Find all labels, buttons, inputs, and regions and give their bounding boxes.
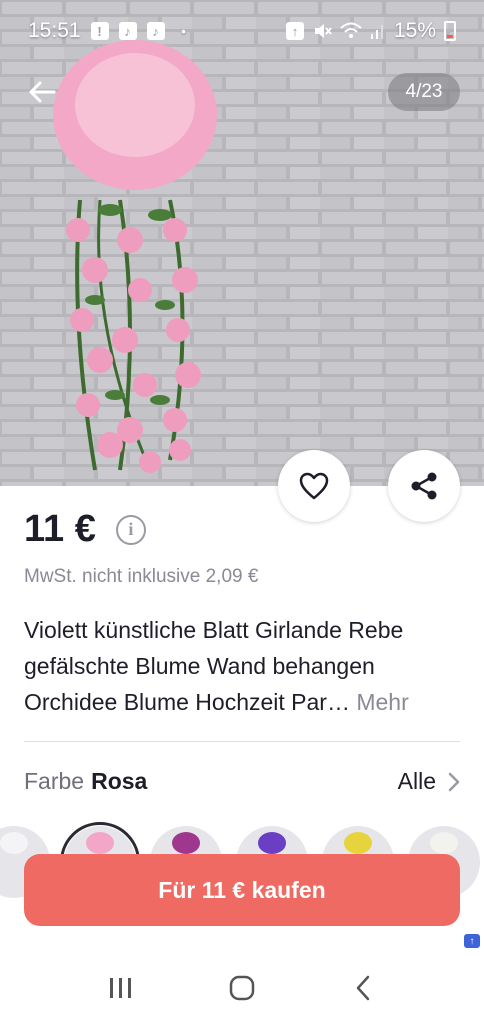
upload-icon: ↑: [285, 22, 304, 40]
back-nav-button[interactable]: [333, 958, 393, 1018]
more-link[interactable]: Mehr: [356, 689, 408, 715]
product-title-text: Violett künstliche Blatt Girlande Rebe g…: [24, 617, 404, 715]
info-icon[interactable]: i: [115, 514, 146, 545]
color-selector-row: Farbe Rosa Alle: [24, 768, 460, 795]
flower-thumbnail: [86, 832, 114, 854]
status-time: 15:51: [28, 19, 81, 42]
share-button[interactable]: [388, 450, 460, 522]
alert-icon: !: [90, 22, 109, 40]
product-title: Violett künstliche Blatt Girlande Rebe g…: [24, 612, 464, 720]
tiktok-icon: ♪: [146, 22, 165, 40]
heart-icon: [299, 472, 329, 500]
wifi-icon: [340, 22, 362, 38]
home-button[interactable]: [212, 958, 272, 1018]
system-nav-bar: [0, 952, 484, 1024]
price-row: 11 € i: [24, 508, 146, 551]
floating-upload-icon[interactable]: ↑: [464, 934, 480, 948]
vat-note: MwSt. nicht inklusive 2,09 €: [24, 566, 259, 587]
chevron-right-icon: [448, 772, 460, 791]
battery-icon: [444, 21, 456, 41]
arrow-left-icon: [29, 81, 56, 103]
product-price: 11 €: [24, 508, 96, 550]
mute-icon: [314, 24, 332, 38]
recent-apps-button[interactable]: [91, 958, 151, 1018]
status-bar: 15:51 ! ♪ ♪ • ↑ 15%: [0, 0, 484, 62]
flower-thumbnail: [344, 832, 372, 854]
home-icon: [229, 975, 255, 1001]
battery-percent: 15%: [393, 19, 436, 42]
product-image[interactable]: 15:51 ! ♪ ♪ • ↑ 15% 4/23: [0, 0, 484, 486]
flower-thumbnail: [258, 832, 286, 854]
favorite-button[interactable]: [278, 450, 350, 522]
recent-apps-icon: [109, 978, 131, 998]
selected-color: Rosa: [91, 768, 148, 794]
divider: [24, 741, 460, 742]
dot-icon: •: [181, 23, 186, 39]
all-variants-label: Alle: [397, 768, 436, 794]
buy-button[interactable]: Für 11 € kaufen: [24, 854, 460, 926]
flower-thumbnail: [172, 832, 200, 854]
color-label: Farbe: [24, 768, 85, 794]
image-counter: 4/23: [388, 73, 460, 111]
back-button[interactable]: [22, 72, 62, 112]
tiktok-icon: ♪: [118, 22, 137, 40]
signal-icon: [370, 25, 383, 39]
flower-thumbnail: [430, 832, 458, 854]
share-icon: [411, 472, 437, 500]
flower-thumbnail: [0, 832, 28, 854]
all-variants-link[interactable]: Alle: [398, 768, 460, 795]
chevron-left-icon: [357, 975, 370, 1001]
